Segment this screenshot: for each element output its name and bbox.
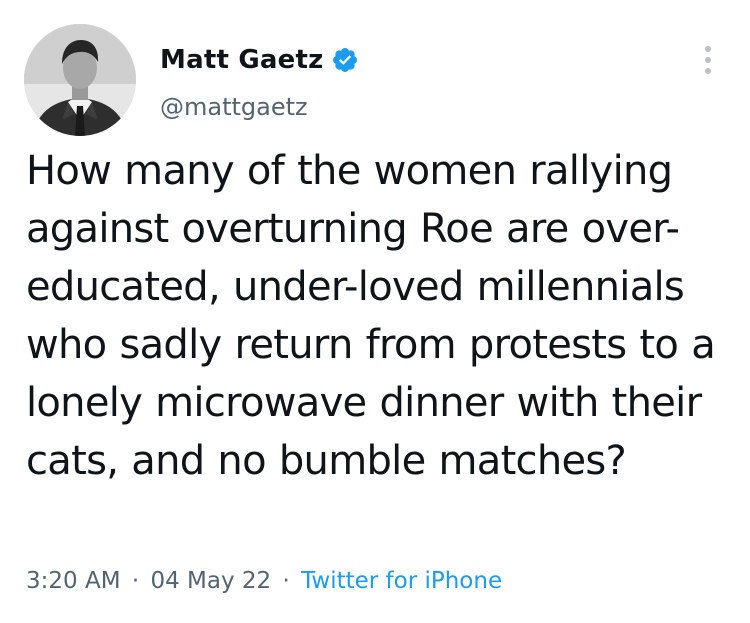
separator-dot: · — [282, 568, 290, 594]
tweet-time[interactable]: 3:20 AM — [26, 568, 121, 594]
author-block: Matt Gaetz @mattgaetz — [160, 42, 640, 122]
avatar[interactable] — [24, 24, 136, 136]
avatar-photo-icon — [24, 24, 136, 136]
tweet-date[interactable]: 04 May 22 — [150, 568, 271, 594]
tweet-text: How many of the women rallying against o… — [26, 148, 716, 484]
verified-badge-icon — [331, 46, 359, 74]
separator-dot: · — [131, 568, 140, 594]
tweet-source-link[interactable]: Twitter for iPhone — [301, 568, 502, 594]
tweet-metadata: 3:20 AM · 04 May 22 · Twitter for iPhone — [26, 563, 502, 599]
handle[interactable]: @mattgaetz — [160, 92, 640, 122]
tweet-card: Matt Gaetz @mattgaetz How many of the wo… — [0, 0, 750, 623]
display-name[interactable]: Matt Gaetz — [160, 42, 323, 78]
more-options-icon[interactable] — [696, 40, 720, 80]
name-row: Matt Gaetz — [160, 42, 640, 78]
